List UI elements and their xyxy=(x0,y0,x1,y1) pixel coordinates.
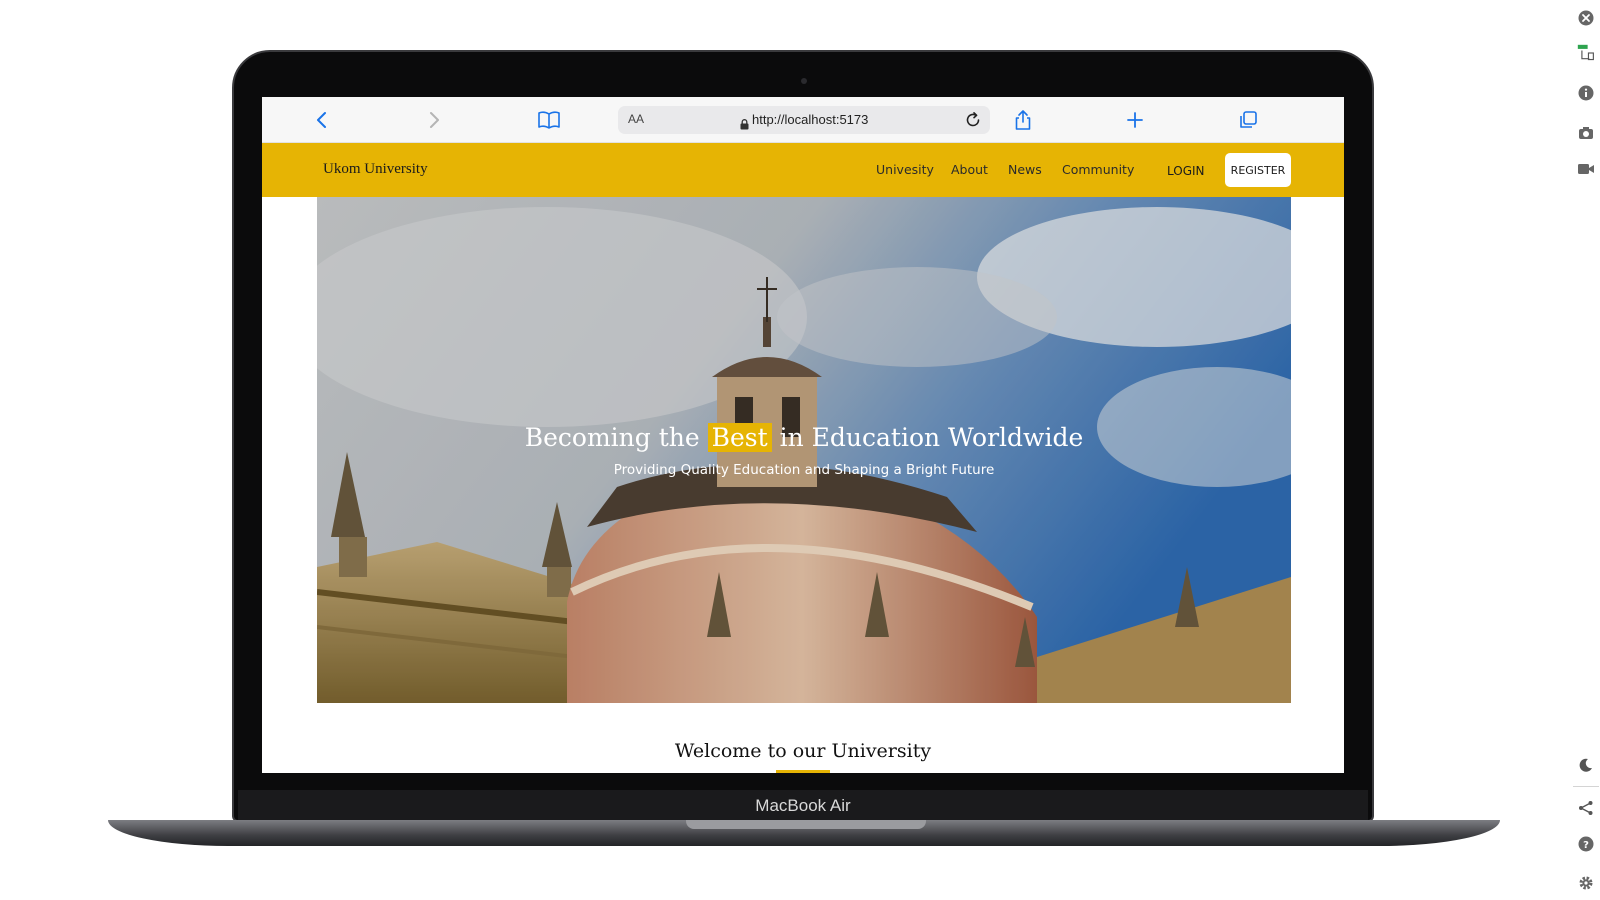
nav-item-university[interactable]: Univesity xyxy=(876,162,934,177)
tabs-icon[interactable] xyxy=(1236,108,1260,132)
video-icon[interactable] xyxy=(1577,160,1595,178)
back-icon[interactable] xyxy=(310,108,334,132)
url-bar[interactable]: AA http://localhost:5173 xyxy=(618,106,990,134)
welcome-underline xyxy=(776,770,830,773)
stage: MacBook Air AA http://localhost:5173 Uko… xyxy=(0,0,1600,900)
forward-icon[interactable] xyxy=(422,108,446,132)
dark-mode-icon[interactable] xyxy=(1577,756,1595,774)
new-tab-icon[interactable] xyxy=(1123,108,1147,132)
laptop-base xyxy=(108,820,1500,846)
laptop-bezel: MacBook Air xyxy=(238,790,1368,820)
hero-title: Becoming the Best in Education Worldwide xyxy=(317,423,1291,452)
browser-toolbar: AA http://localhost:5173 xyxy=(262,97,1344,143)
welcome-heading: Welcome to our University xyxy=(674,740,932,762)
nav-item-community[interactable]: Community xyxy=(1062,162,1134,177)
hero-title-start: Becoming the xyxy=(524,423,700,452)
laptop-notch xyxy=(686,820,926,829)
info-icon[interactable] xyxy=(1577,84,1595,102)
lock-icon xyxy=(740,115,749,134)
camera-icon[interactable] xyxy=(1577,124,1595,142)
model-label: MacBook Air xyxy=(755,796,851,815)
register-button[interactable]: REGISTER xyxy=(1225,153,1291,187)
share-icon[interactable] xyxy=(1577,799,1595,817)
hero-banner: Becoming the Best in Education Worldwide… xyxy=(317,197,1291,703)
close-icon[interactable] xyxy=(1577,9,1595,27)
nav-item-news[interactable]: News xyxy=(1008,162,1042,177)
browser-screen: AA http://localhost:5173 Ukom University… xyxy=(262,97,1344,773)
site-brand[interactable]: Ukom University xyxy=(323,161,428,178)
settings-icon[interactable] xyxy=(1577,874,1595,892)
hero-title-highlight: Best xyxy=(707,423,772,452)
nav-item-about[interactable]: About xyxy=(951,162,988,177)
url-text[interactable]: http://localhost:5173 xyxy=(752,112,868,127)
rail-divider xyxy=(1573,786,1599,787)
login-link[interactable]: LOGIN xyxy=(1167,164,1205,178)
hero-subtitle: Providing Quality Education and Shaping … xyxy=(613,462,995,478)
text-size-button[interactable]: AA xyxy=(628,112,644,126)
hero-title-end: in Education Worldwide xyxy=(779,423,1084,452)
reload-icon[interactable] xyxy=(964,111,982,133)
help-icon[interactable]: ? xyxy=(1577,835,1595,853)
svg-text:?: ? xyxy=(1583,840,1589,851)
responsive-icon[interactable] xyxy=(1577,44,1595,62)
share-icon[interactable] xyxy=(1011,108,1035,132)
bookmarks-icon[interactable] xyxy=(537,108,561,132)
site-navbar: Ukom University Univesity About News Com… xyxy=(262,143,1344,197)
camera-dot xyxy=(801,78,807,84)
